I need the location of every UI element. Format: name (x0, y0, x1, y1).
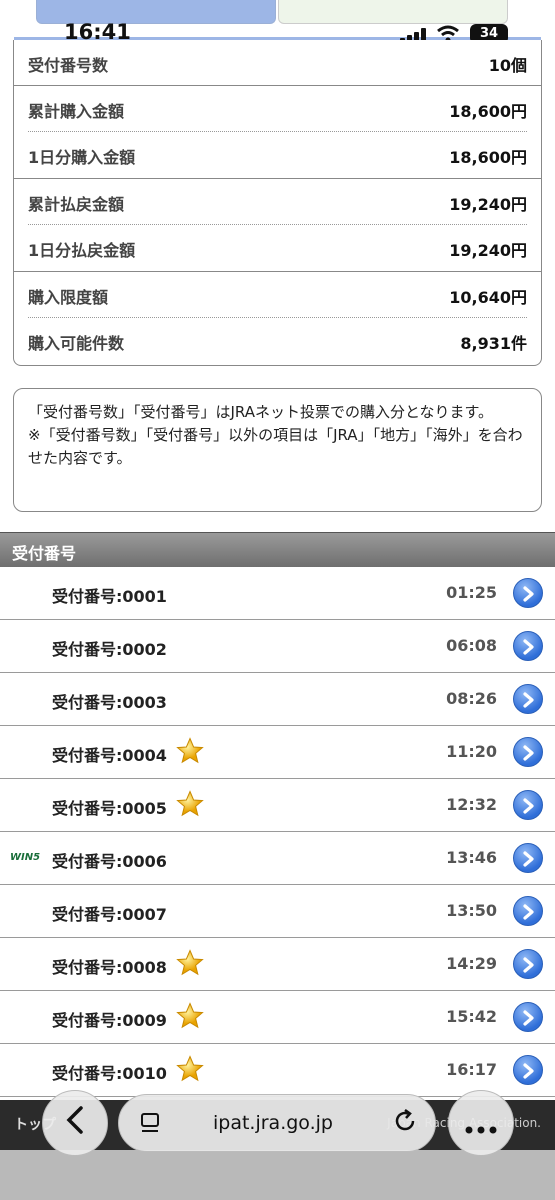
chevron-left-icon (63, 1105, 87, 1143)
summary-label: 購入限度額 (28, 288, 109, 307)
chevron-right-icon[interactable] (513, 684, 543, 714)
receipt-time: 13:50 (446, 901, 497, 920)
url-text: ipat.jra.go.jp (213, 1112, 333, 1134)
receipt-time: 08:26 (446, 689, 497, 708)
tab-overview-icon[interactable] (141, 1113, 159, 1133)
summary-row: 受付番号数 10個 (14, 40, 541, 86)
summary-value: 10,640円 (449, 288, 527, 307)
chevron-right-icon[interactable] (513, 790, 543, 820)
receipt-time: 16:17 (446, 1060, 497, 1079)
summary-row: 1日分払戻金額 19,240円 (14, 225, 541, 271)
chevron-right-icon[interactable] (513, 1055, 543, 1085)
more-dots-icon (463, 1111, 499, 1141)
receipt-number: 受付番号:0008 (52, 958, 167, 977)
receipt-time: 06:08 (446, 636, 497, 655)
chevron-right-icon[interactable] (513, 896, 543, 926)
summary-row: 1日分購入金額 18,600円 (14, 132, 541, 178)
receipt-row[interactable]: 受付番号:0007 13:50 (0, 885, 555, 938)
receipt-row[interactable]: 受付番号:0002 06:08 (0, 620, 555, 673)
info-note: 「受付番号数」「受付番号」はJRAネット投票での購入分となります。 ※「受付番号… (13, 388, 542, 512)
receipt-time: 15:42 (446, 1007, 497, 1026)
star-icon (176, 790, 204, 818)
receipt-number: 受付番号:0010 (52, 1064, 167, 1083)
summary-value: 8,931件 (460, 334, 527, 353)
receipt-number: 受付番号:0003 (52, 693, 167, 712)
reload-icon[interactable] (395, 1108, 417, 1139)
summary-value: 19,240円 (449, 241, 527, 260)
receipt-number: 受付番号:0002 (52, 640, 167, 659)
receipt-number: 受付番号:0007 (52, 905, 167, 924)
summary-label: 受付番号数 (28, 56, 109, 75)
receipt-row[interactable]: 受付番号:0001 01:25 (0, 567, 555, 620)
chevron-right-icon[interactable] (513, 578, 543, 608)
back-button[interactable] (42, 1090, 108, 1156)
summary-label: 購入可能件数 (28, 334, 125, 353)
summary-value: 19,240円 (449, 195, 527, 214)
star-icon (176, 1002, 204, 1030)
summary-row: 累計払戻金額 19,240円 (14, 179, 541, 225)
chevron-right-icon[interactable] (513, 631, 543, 661)
receipt-row[interactable]: WIN5 受付番号:0006 13:46 (0, 832, 555, 885)
receipt-time: 11:20 (446, 742, 497, 761)
summary-label: 1日分払戻金額 (28, 241, 136, 260)
summary-row: 購入限度額 10,640円 (14, 272, 541, 318)
receipt-number: 受付番号:0009 (52, 1011, 167, 1030)
star-icon (176, 1055, 204, 1083)
summary-value: 18,600円 (449, 148, 527, 167)
summary-row: 購入可能件数 8,931件 (14, 318, 541, 364)
receipt-number: 受付番号:0001 (52, 587, 167, 606)
receipt-row[interactable]: 受付番号:0010 16:17 (0, 1044, 555, 1097)
summary-value: 10個 (488, 56, 527, 75)
summary-label: 1日分購入金額 (28, 148, 136, 167)
star-icon (176, 737, 204, 765)
address-bar[interactable]: ipat.jra.go.jp (118, 1094, 436, 1152)
receipt-row[interactable]: 受付番号:0009 15:42 (0, 991, 555, 1044)
receipt-row[interactable]: 受付番号:0004 11:20 (0, 726, 555, 779)
receipt-time: 14:29 (446, 954, 497, 973)
receipts-section-header: 受付番号 (0, 532, 555, 567)
chevron-right-icon[interactable] (513, 1002, 543, 1032)
chevron-right-icon[interactable] (513, 949, 543, 979)
receipt-row[interactable]: 受付番号:0003 08:26 (0, 673, 555, 726)
summary-table: 受付番号数 10個累計購入金額 18,600円 1日分購入金額 18,600円累計払戻金… (13, 40, 542, 366)
receipt-number: 受付番号:0004 (52, 746, 167, 765)
receipt-time: 01:25 (446, 583, 497, 602)
more-button[interactable] (448, 1090, 514, 1156)
receipt-number: 受付番号:0006 (52, 852, 167, 871)
summary-value: 18,600円 (449, 102, 527, 121)
receipt-row[interactable]: 受付番号:0005 12:32 (0, 779, 555, 832)
chevron-right-icon[interactable] (513, 737, 543, 767)
app-screen: 16:41 34 受付番号数 10個 累計購入金額 18,600円 1日分購入金額 18,… (0, 0, 555, 1200)
browser-toolbar-bg (0, 1150, 555, 1200)
summary-label: 累計購入金額 (28, 102, 125, 121)
receipt-number: 受付番号:0005 (52, 799, 167, 818)
note-line-1: 「受付番号数」「受付番号」はJRAネット投票での購入分となります。 (28, 403, 494, 421)
star-icon (176, 949, 204, 977)
receipt-row[interactable]: 受付番号:0008 14:29 (0, 938, 555, 991)
section-title: 受付番号 (12, 544, 77, 563)
receipt-time: 12:32 (446, 795, 497, 814)
note-line-2: ※「受付番号数」「受付番号」以外の項目は「JRA」「地方」「海外」を合わせた内容… (28, 426, 523, 467)
chevron-right-icon[interactable] (513, 843, 543, 873)
summary-row: 累計購入金額 18,600円 (14, 86, 541, 132)
summary-label: 累計払戻金額 (28, 195, 125, 214)
receipt-time: 13:46 (446, 848, 497, 867)
win5-logo: WIN5 (10, 852, 41, 863)
